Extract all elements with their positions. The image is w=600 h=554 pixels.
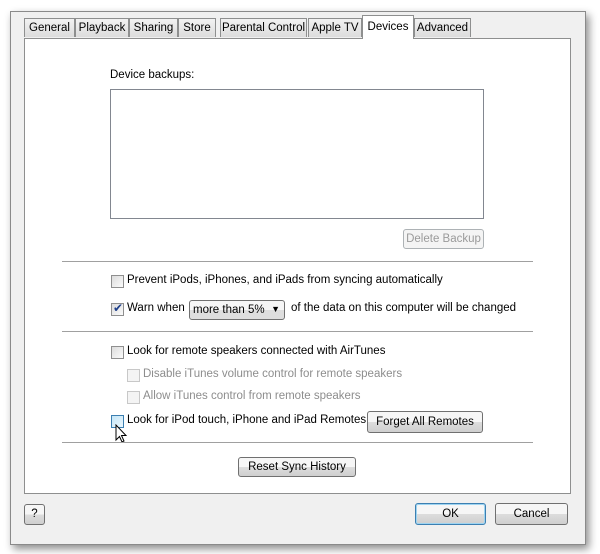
checkmark-icon: ✔	[113, 301, 124, 315]
delete-backup-button[interactable]: Delete Backup	[403, 229, 484, 249]
dropdown-value: more than 5%	[193, 304, 265, 316]
tab-playback[interactable]: Playback	[75, 18, 129, 37]
allow-control-label: Allow iTunes control from remote speaker…	[143, 390, 361, 402]
warn-checkbox[interactable]: ✔	[111, 301, 124, 316]
prevent-sync-checkbox[interactable]	[111, 275, 124, 288]
cancel-button[interactable]: Cancel	[495, 503, 568, 525]
disable-volume-checkbox[interactable]	[127, 369, 140, 382]
remotes-label: Look for iPod touch, iPhone and iPad Rem…	[127, 414, 367, 426]
chevron-down-icon: ▼	[271, 304, 280, 314]
tab-apple-tv[interactable]: Apple TV	[308, 18, 362, 37]
tab-advanced[interactable]: Advanced	[414, 18, 471, 37]
help-button[interactable]: ?	[24, 504, 45, 525]
tab-sharing[interactable]: Sharing	[129, 18, 178, 37]
warn-threshold-dropdown[interactable]: more than 5% ▼	[189, 300, 285, 320]
prevent-sync-label: Prevent iPods, iPhones, and iPads from s…	[127, 274, 443, 286]
disable-volume-label: Disable iTunes volume control for remote…	[143, 368, 403, 380]
airtunes-checkbox[interactable]	[111, 346, 124, 359]
warn-label: Warn when	[127, 302, 185, 314]
reset-sync-history-button[interactable]: Reset Sync History	[238, 457, 356, 477]
allow-control-checkbox[interactable]	[127, 391, 140, 404]
device-backups-label: Device backups:	[110, 69, 195, 81]
device-backups-list[interactable]	[110, 89, 484, 219]
ok-button[interactable]: OK	[415, 503, 486, 525]
tab-general[interactable]: General	[24, 18, 75, 37]
divider	[62, 331, 533, 332]
warn-suffix: of the data on this computer will be cha…	[291, 302, 517, 314]
tab-devices[interactable]: Devices	[362, 15, 414, 39]
tab-parental-control[interactable]: Parental Control	[220, 18, 307, 37]
forget-all-remotes-button[interactable]: Forget All Remotes	[367, 411, 483, 433]
divider	[62, 261, 533, 262]
divider	[62, 442, 533, 443]
airtunes-label: Look for remote speakers connected with …	[127, 345, 386, 357]
mouse-cursor-icon	[115, 424, 128, 443]
tab-store[interactable]: Store	[178, 18, 216, 37]
